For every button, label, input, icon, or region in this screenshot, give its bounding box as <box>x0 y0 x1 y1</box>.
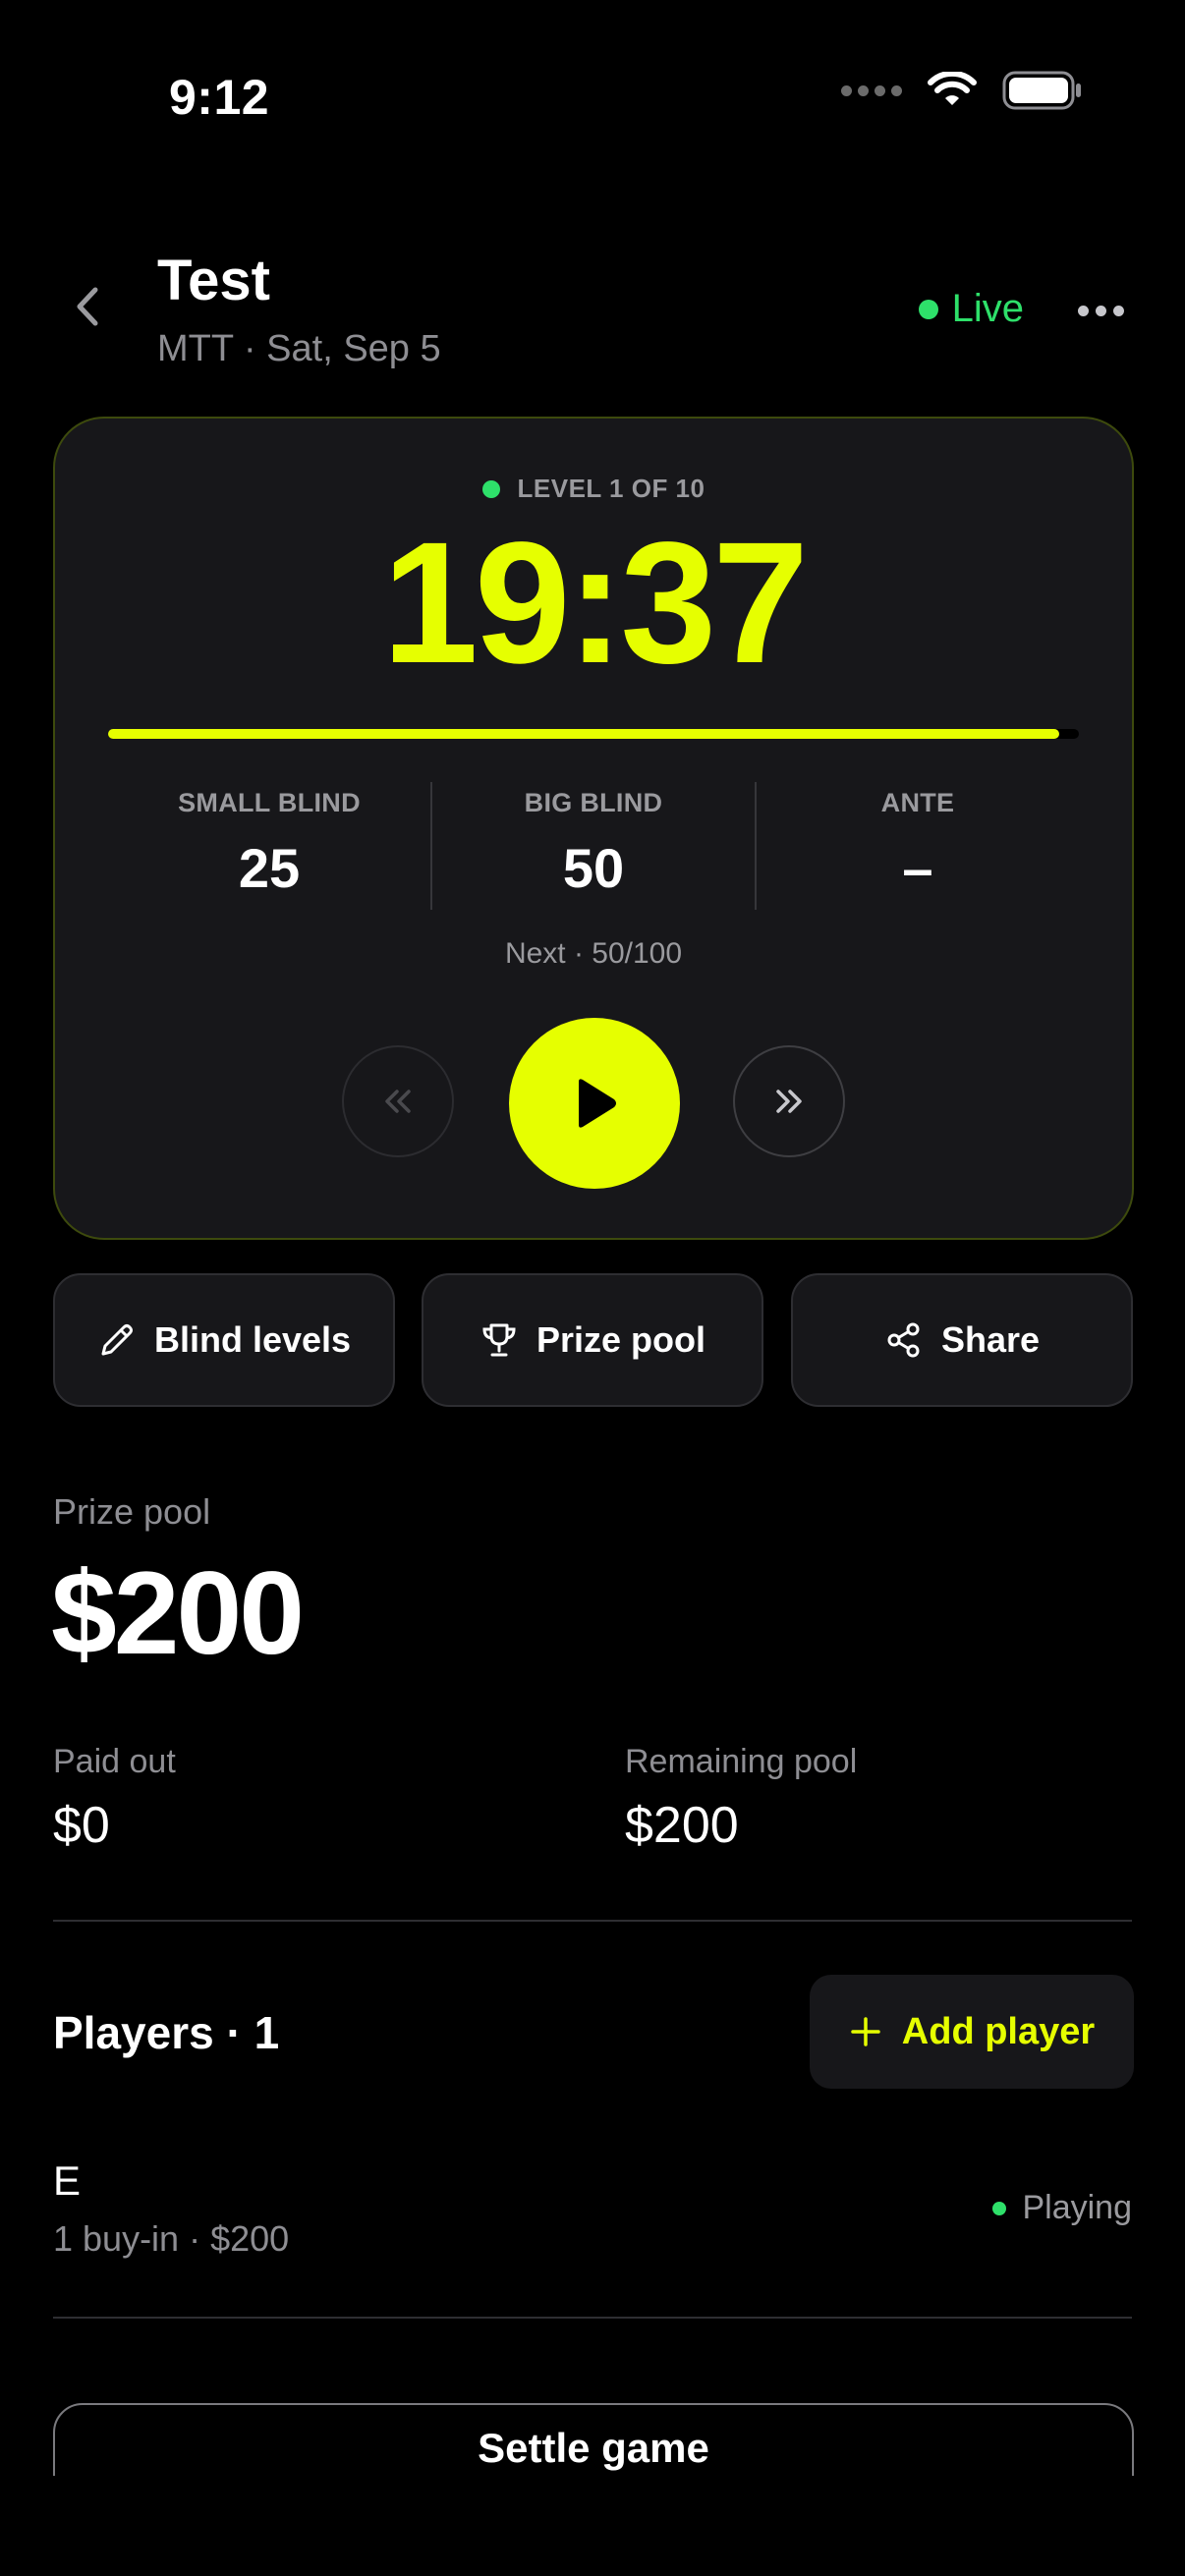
prize-pool-label: Prize pool <box>53 1491 211 1532</box>
level-progress-fill <box>108 729 1060 739</box>
players-title: Players · 1 <box>53 2007 280 2058</box>
remaining-pool-label: Remaining pool <box>625 1743 858 1780</box>
play-icon <box>579 1079 616 1128</box>
next-level-button[interactable] <box>733 1045 845 1157</box>
chevron-left-icon <box>77 287 98 326</box>
paid-out-label: Paid out <box>53 1743 176 1780</box>
ante-value: – <box>902 837 933 899</box>
prize-pool-button[interactable]: Prize pool <box>422 1273 763 1407</box>
divider <box>53 2317 1132 2319</box>
status-time: 9:12 <box>169 70 270 125</box>
big-blind-label: BIG BLIND <box>524 788 663 817</box>
next-level-text: Next · 50/100 <box>504 937 683 970</box>
level-progress-bar <box>108 729 1079 739</box>
level-status-dot-icon <box>481 479 500 498</box>
small-blind-label: SMALL BLIND <box>178 788 361 817</box>
live-label: Live <box>951 287 1024 330</box>
wifi-icon <box>928 72 977 105</box>
prize-pool-amount: $200 <box>51 1547 305 1679</box>
trophy-icon <box>482 1323 516 1357</box>
previous-level-button[interactable] <box>342 1045 454 1157</box>
game-subtitle: MTT · Sat, Sep 5 <box>157 328 441 369</box>
small-blind: SMALL BLIND 25 <box>108 782 432 910</box>
plus-icon <box>851 2017 880 2046</box>
blinds-row: SMALL BLIND 25 BIG BLIND 50 ANTE – <box>108 782 1079 910</box>
cellular-signal-icon <box>841 84 902 96</box>
settle-game-container: Settle game <box>53 2403 1134 2476</box>
settle-game-label: Settle game <box>478 2425 709 2471</box>
battery-icon <box>1002 71 1081 110</box>
timer-card: LEVEL 1 OF 10 19:37 SMALL BLIND 25 BIG B… <box>53 417 1134 1240</box>
ante: ANTE – <box>757 782 1079 910</box>
level-indicator: LEVEL 1 OF 10 <box>55 474 1132 504</box>
more-horizontal-icon <box>1077 305 1089 316</box>
blind-levels-label: Blind levels <box>153 1319 352 1360</box>
back-button[interactable] <box>59 279 114 334</box>
play-button[interactable] <box>509 1018 680 1189</box>
page-title: Test <box>157 249 270 312</box>
ante-label: ANTE <box>880 788 955 817</box>
double-chevron-left-icon <box>385 1090 411 1113</box>
live-dot-icon <box>918 299 938 319</box>
add-player-label: Add player <box>901 2010 1096 2052</box>
share-label: Share <box>940 1319 1041 1360</box>
player-status: Playing <box>992 2189 1132 2227</box>
timer-clock: 19:37 <box>381 507 809 700</box>
divider <box>53 1920 1132 1922</box>
remaining-pool-value: $200 <box>625 1797 739 1854</box>
level-label: LEVEL 1 OF 10 <box>517 474 705 503</box>
settle-game-button[interactable]: Settle game <box>53 2403 1134 2476</box>
add-player-button[interactable]: Add player <box>810 1975 1134 2089</box>
pencil-icon <box>101 1324 133 1356</box>
playing-status-dot-icon <box>992 2201 1007 2215</box>
prize-pool-button-label: Prize pool <box>536 1319 706 1360</box>
status-icons <box>841 71 1083 110</box>
player-buyin-info: 1 buy-in · $200 <box>53 2218 290 2259</box>
more-options-button[interactable] <box>1071 291 1130 330</box>
paid-out-value: $0 <box>53 1797 110 1854</box>
player-status-label: Playing <box>1022 2189 1132 2226</box>
small-blind-value: 25 <box>238 837 301 899</box>
big-blind: BIG BLIND 50 <box>432 782 757 910</box>
big-blind-value: 50 <box>562 837 625 899</box>
live-badge: Live <box>918 287 1024 331</box>
player-name[interactable]: E <box>53 2157 81 2205</box>
double-chevron-right-icon <box>776 1090 802 1113</box>
share-button[interactable]: Share <box>791 1273 1133 1407</box>
share-icon <box>887 1322 920 1358</box>
blind-levels-button[interactable]: Blind levels <box>53 1273 395 1407</box>
